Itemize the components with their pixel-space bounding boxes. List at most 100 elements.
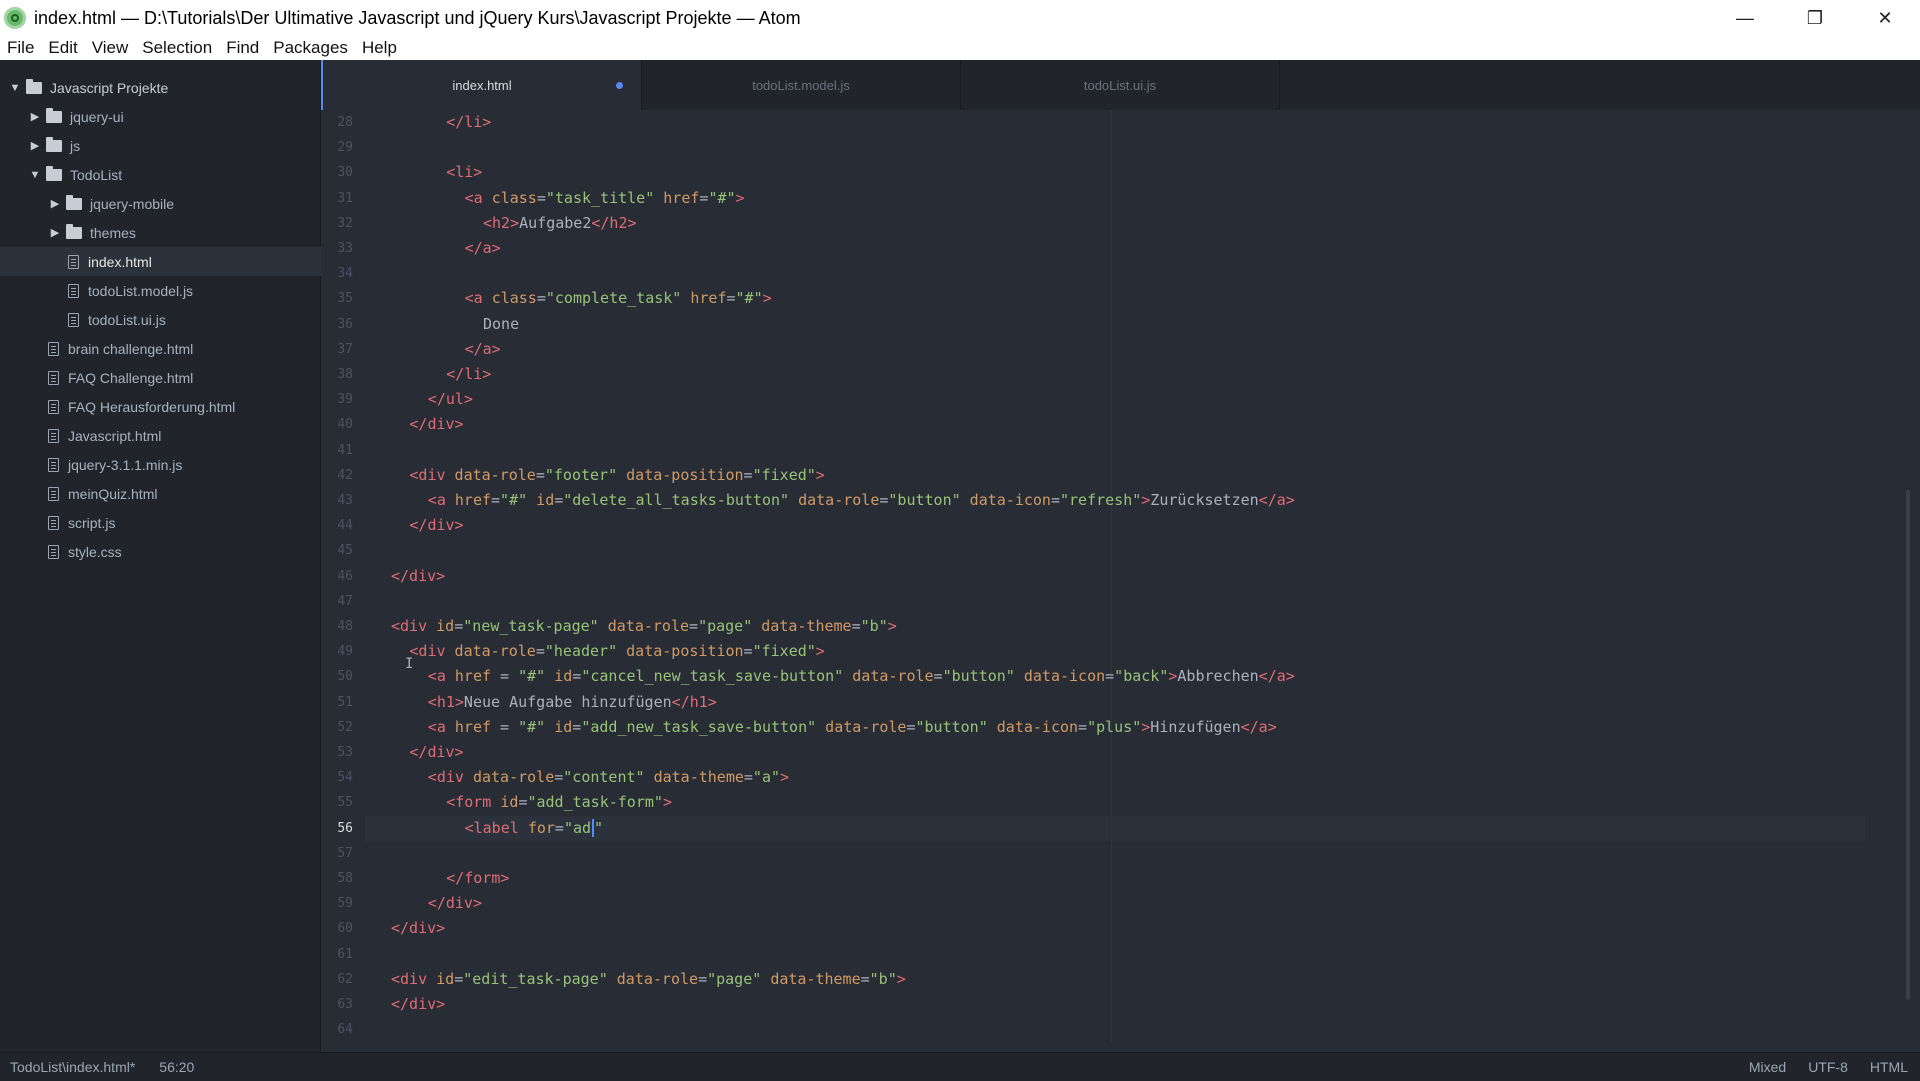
tree-item-meinquiz-html[interactable]: meinQuiz.html [0,479,368,508]
atom-app-icon [4,7,26,29]
code-token: = [726,289,736,308]
tree-item-label: themes [90,224,136,241]
code-token: data-icon [1023,667,1106,686]
menu-view[interactable]: View [85,36,136,60]
tree-item-javascript-html[interactable]: Javascript.html [0,421,368,450]
code-token: "ad [563,818,592,837]
code-line[interactable]: <a class="complete_task" href="#"> [465,286,772,311]
code-token: </a> [1240,717,1277,736]
code-line[interactable]: </div> [409,740,463,765]
code-line[interactable]: <a class="task_title" href="#"> [465,186,745,211]
line-number: 46 [337,568,353,584]
code-token: "b" [869,969,897,988]
menu-packages[interactable]: Packages [266,36,355,60]
tree-item-jquery-ui[interactable]: ▶ jquery-ui [0,102,348,131]
tree-item-faq-challenge-html[interactable]: FAQ Challenge.html [0,363,368,392]
tab-todolist-model-js[interactable]: todoList.model.js [642,60,961,110]
code-line[interactable]: </div> [391,992,445,1017]
tab-index-html[interactable]: index.html [321,60,642,110]
line-number: 30 [337,165,353,181]
code-token: Zurücksetzen [1150,491,1259,509]
tree-root[interactable]: ▼ Javascript Projekte [0,73,328,102]
tree-item-jquery-mobile[interactable]: ▶ jquery-mobile [0,189,368,218]
tree-item-themes[interactable]: ▶ themes [0,218,368,247]
code-line[interactable]: <label for="ad " [465,816,603,841]
code-line[interactable]: </ul> [428,387,473,412]
status-encoding[interactable]: UTF-8 [1808,1059,1848,1075]
code-line[interactable]: Done [483,312,519,337]
code-line[interactable]: </div> [428,891,482,916]
code-token: = [554,768,564,787]
code-line[interactable]: <div data-role="footer" data-position="f… [409,463,824,488]
code-line[interactable]: </li> [446,362,491,387]
folder-icon [46,107,62,123]
code-line[interactable]: </div> [409,513,463,538]
file-icon [48,370,59,385]
code-line[interactable]: <div id="edit_task-page" data-role="page… [391,967,906,992]
code-token: data-icon [969,491,1051,509]
code-token: </li> [446,113,492,131]
code-token: = [689,617,699,635]
tab-todolist-ui-js[interactable]: todoList.ui.js [961,60,1280,110]
tree-item-js[interactable]: ▶ js [0,131,348,160]
code-token: "fixed" [752,465,816,484]
close-icon[interactable]: ✕ [1850,0,1920,36]
code-line[interactable]: <form id="add_task-form"> [446,790,672,815]
menu-edit[interactable]: Edit [41,36,84,60]
status-cursor-position[interactable]: 56:20 [159,1059,194,1075]
code-line[interactable]: <div data-role="content" data-theme="a"> [428,765,789,790]
tree-item-label: jquery-3.1.1.min.js [68,456,183,473]
code-token: = [572,717,582,736]
tree-item-script-js[interactable]: script.js [0,508,368,537]
code-token: data-position [626,642,744,661]
line-number: 33 [337,241,353,256]
file-icon [48,457,59,472]
code-line[interactable]: <div id="new_task-page" data-role="page"… [391,614,897,639]
tree-item-jquery-3-1-1-min-js[interactable]: jquery-3.1.1.min.js [0,450,368,479]
code-line[interactable]: </li> [446,110,491,135]
code-line[interactable]: <li> [446,160,482,185]
code-token: "b" [860,617,888,635]
code-token: = [491,717,519,736]
menu-file[interactable]: File [0,36,41,60]
code-line[interactable]: <div data-role="header" data-position="f… [409,639,824,664]
vertical-scrollbar[interactable] [1906,490,1910,1000]
code-token: > [735,188,745,207]
tree-item-style-css[interactable]: style.css [0,537,368,566]
chevron-right-icon: ▶ [50,198,60,210]
code-line[interactable]: <a href = "#" id="cancel_new_task_save-b… [428,664,1295,689]
status-grammar[interactable]: HTML [1870,1059,1908,1075]
tree-item-brain-challenge-html[interactable]: brain challenge.html [0,334,368,363]
tree-item-faq-herausforderung-html[interactable]: FAQ Herausforderung.html [0,392,368,421]
tree-item-todolist[interactable]: ▼ TodoList [0,160,348,189]
menu-find[interactable]: Find [219,36,266,60]
restore-icon[interactable]: ❐ [1780,0,1850,36]
status-file-path[interactable]: TodoList\index.html* [10,1059,135,1075]
code-token: <div [409,642,455,661]
menu-selection[interactable]: Selection [135,36,219,60]
code-line[interactable]: </a> [465,337,501,362]
code-line[interactable]: </a> [465,236,501,261]
chevron-right-icon: ▶ [30,111,40,123]
code-line[interactable]: </div> [409,412,463,437]
code-line[interactable]: <a href = "#" id="add_new_task_save-butt… [428,715,1277,740]
menu-help[interactable]: Help [355,36,404,60]
code-line[interactable]: </form> [446,866,509,891]
tree-item-label: FAQ Herausforderung.html [68,398,236,415]
code-token: = [535,642,545,661]
code-line[interactable]: </div> [391,916,445,941]
code-token: = [536,188,546,207]
minimize-icon[interactable]: — [1710,0,1780,36]
status-line-ending[interactable]: Mixed [1749,1059,1786,1075]
code-token: > [662,793,672,812]
code-token: href [663,188,700,207]
code-line[interactable]: </div> [391,564,445,589]
code-editor[interactable]: 28 29 30 31 32 33 34 35 36 37 38 39 40 41 42 43 44 45 46 47… [321,110,1920,1042]
code-line[interactable]: <a href="#" id="delete_all_tasks-button"… [428,488,1295,513]
code-line[interactable]: <h2>Aufgabe2</h2> [483,211,637,236]
code-token: data-role [607,617,690,635]
code-token: Abbrechen [1177,667,1259,686]
code-line[interactable]: <h1>Neue Aufgabe hinzufügen</h1> [428,690,717,715]
